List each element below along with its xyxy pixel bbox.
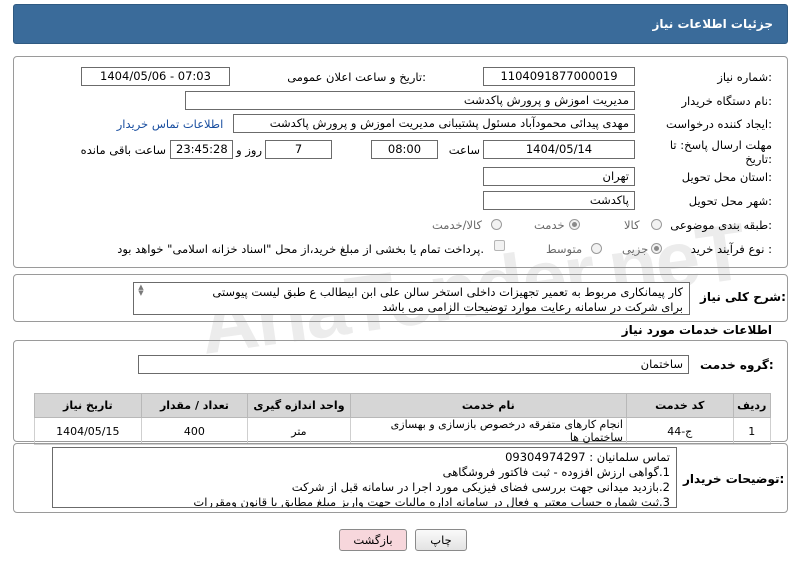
cell-service-code: ج-44 (625, 417, 734, 445)
province-field: تهران (483, 167, 635, 186)
city-label: شهر محل تحویل: (688, 194, 772, 208)
table-header-row: ردیف کد خدمت نام خدمت واحد اندازه گیری ت… (34, 393, 772, 418)
days-label: روز و (236, 143, 262, 157)
cell-quantity: 400 (140, 417, 249, 445)
page-title: جزئیات اطلاعات نیاز (13, 4, 788, 44)
cell-unit: متر (247, 417, 351, 445)
service-group-label: گروه خدمت: (700, 358, 774, 372)
deadline-time-label: ساعت (448, 143, 480, 157)
announce-label: تاریخ و ساعت اعلان عمومی: (287, 70, 426, 84)
buyer-field: مدیریت اموزش و پرورش پاکدشت (185, 91, 635, 110)
back-button[interactable]: بازگشت (339, 529, 407, 551)
service-group-field: ساختمان (138, 355, 689, 374)
process-radio-medium[interactable] (591, 243, 602, 254)
category-option-goods-service: کالا/خدمت (432, 218, 483, 232)
services-table: ردیف کد خدمت نام خدمت واحد اندازه گیری ت… (34, 393, 772, 445)
description-textarea[interactable]: کار پیمانکاری مربوط به تعمیر تجهیزات داخ… (133, 282, 690, 315)
city-field: پاکدشت (483, 191, 635, 210)
requester-field: مهدی پیدائی محمودآباد مسئول پشتیبانی مدی… (233, 114, 635, 133)
description-scroll-arrows[interactable]: ▲ ▼ (135, 284, 147, 298)
category-option-goods: کالا (624, 218, 640, 232)
buyer-notes-label: توضیحات خریدار: (683, 472, 785, 486)
category-radio-service[interactable] (569, 219, 580, 230)
category-label: طبقه بندی موضوعی: (670, 218, 772, 232)
treasury-payment-checkbox[interactable] (494, 240, 505, 251)
province-label: استان محل تحویل: (681, 170, 772, 184)
need-number-field: 1104091877000019 (483, 67, 635, 86)
description-label: شرح کلی نیاز: (700, 290, 786, 304)
deadline-time-field: 08:00 (371, 140, 438, 159)
buyer-label: نام دستگاه خریدار: (681, 94, 772, 108)
need-number-label: شماره نیاز: (717, 70, 772, 84)
category-option-service: خدمت (534, 218, 565, 232)
col-header-quantity: تعداد / مقدار (140, 393, 249, 418)
col-header-unit: واحد اندازه گیری (247, 393, 351, 418)
cell-need-date: 1404/05/15 (34, 417, 142, 445)
process-option-medium: متوسط (546, 242, 583, 256)
deadline-label: مهلت ارسال پاسخ: تا تاریخ: (669, 138, 772, 166)
process-option-minor: جزیی (622, 242, 649, 256)
col-header-need-date: تاریخ نیاز (34, 393, 142, 418)
print-button[interactable]: چاپ (415, 529, 467, 551)
col-header-row-number: ردیف (732, 393, 772, 418)
days-field: 7 (265, 140, 332, 159)
process-label: نوع فرآیند خرید : (690, 242, 772, 256)
treasury-payment-note: پرداخت تمام یا بخشی از مبلغ خرید،از محل … (117, 242, 484, 256)
col-header-service-name: نام خدمت (349, 393, 627, 418)
cell-row-number: 1 (732, 417, 772, 445)
process-radio-minor[interactable] (651, 243, 662, 254)
buyer-contact-link[interactable]: اطلاعات تماس خریدار (110, 117, 230, 131)
buyer-notes-textarea[interactable]: تماس سلمانیان : 09304974297 1.گواهی ارزش… (52, 447, 677, 508)
remaining-time-field: 23:45:28 (170, 140, 233, 159)
requester-label: ایجاد کننده درخواست: (666, 117, 772, 131)
deadline-date-field: 1404/05/14 (483, 140, 635, 159)
remaining-time-label: ساعت باقی مانده (80, 143, 166, 157)
announce-field: 1404/05/06 - 07:03 (81, 67, 230, 86)
category-radio-goods-service[interactable] (491, 219, 502, 230)
table-row: 1 ج-44 انجام کارهای متفرقه درخصوص بازساز… (34, 417, 772, 445)
category-radio-goods[interactable] (651, 219, 662, 230)
col-header-service-code: کد خدمت (625, 393, 734, 418)
services-section-title: اطلاعات خدمات مورد نیاز (621, 323, 772, 337)
cell-service-name: انجام کارهای متفرقه درخصوص بازسازی و بهس… (349, 417, 627, 445)
